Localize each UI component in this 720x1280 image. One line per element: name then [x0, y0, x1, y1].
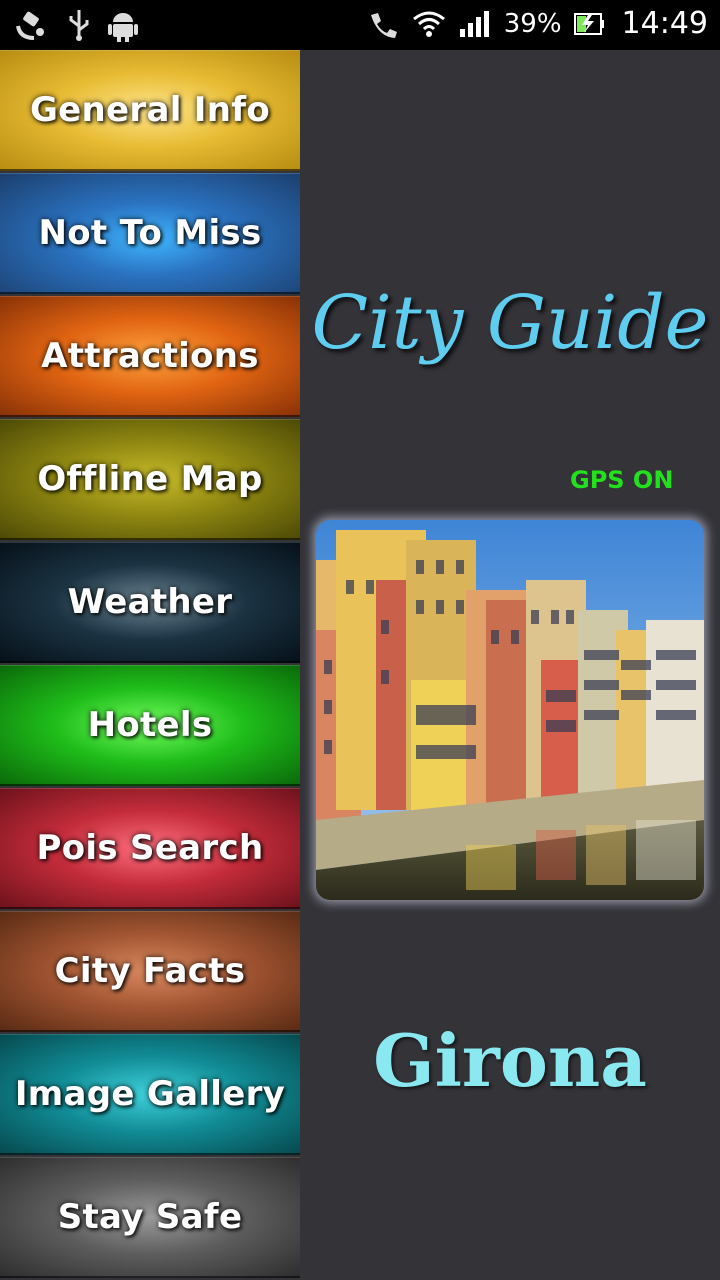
menu-pois-search-button[interactable]: Pois Search [0, 788, 300, 909]
android-icon [108, 13, 138, 42]
menu-item-label: Attractions [41, 336, 259, 376]
menu-item-label: Stay Safe [57, 1197, 243, 1237]
menu-item-label: Offline Map [37, 459, 263, 499]
city-name: Girona [373, 1018, 647, 1103]
menu-item-label: Weather [67, 582, 233, 622]
city-photo-illustration [316, 520, 704, 900]
menu-general-info-button[interactable]: General Info [0, 50, 300, 171]
gps-status: GPS ON [570, 466, 674, 494]
status-bar: 39% 14:49 [0, 0, 720, 50]
menu-image-gallery-button[interactable]: Image Gallery [0, 1034, 300, 1155]
menu-item-label: General Info [29, 90, 271, 130]
clock: 14:49 [621, 6, 708, 41]
satellite-icon [16, 11, 44, 40]
usb-icon [69, 10, 89, 41]
main-menu: General Info Not To Miss Attractions Off… [0, 50, 300, 1280]
menu-item-label: Pois Search [36, 828, 264, 868]
battery-icon [573, 12, 604, 35]
menu-item-label: Image Gallery [14, 1074, 286, 1114]
menu-hotels-button[interactable]: Hotels [0, 665, 300, 786]
menu-item-label: City Facts [54, 951, 246, 991]
city-photo [316, 520, 704, 900]
wifi-icon [412, 11, 445, 37]
menu-offline-map-button[interactable]: Offline Map [0, 419, 300, 540]
handset-icon [370, 12, 397, 38]
menu-stay-safe-button[interactable]: Stay Safe [0, 1157, 300, 1278]
menu-weather-button[interactable]: Weather [0, 542, 300, 663]
menu-not-to-miss-button[interactable]: Not To Miss [0, 173, 300, 294]
app-title: City Guide [311, 280, 709, 366]
signal-icon [459, 10, 489, 37]
menu-city-facts-button[interactable]: City Facts [0, 911, 300, 1032]
menu-attractions-button[interactable]: Attractions [0, 296, 300, 417]
battery-percent: 39% [503, 8, 562, 39]
menu-item-label: Hotels [87, 705, 213, 745]
menu-item-label: Not To Miss [38, 213, 262, 253]
